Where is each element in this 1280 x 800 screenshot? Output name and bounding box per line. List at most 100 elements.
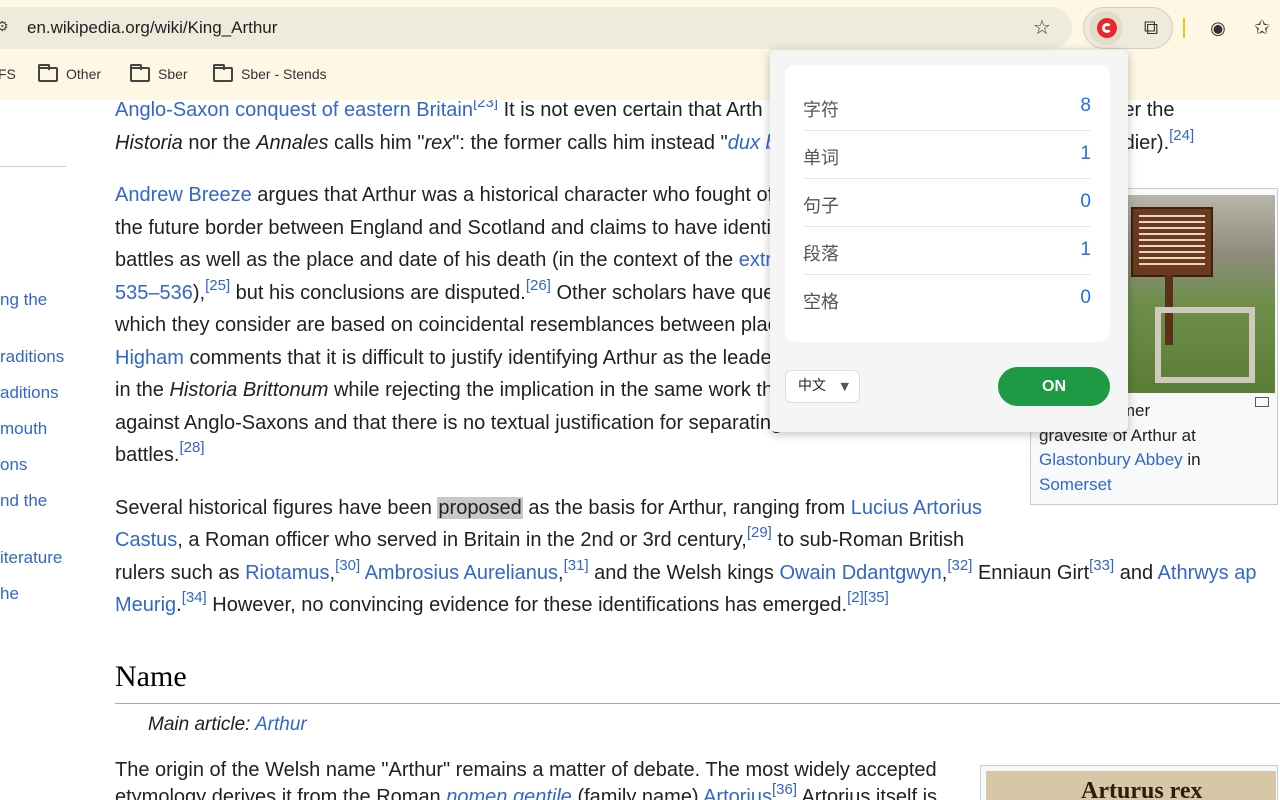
- toc-item[interactable]: iterature: [0, 548, 62, 568]
- link-somerset[interactable]: Somerset: [1039, 475, 1112, 494]
- text: However, no convincing evidence for thes…: [206, 594, 848, 616]
- stat-row-characters: 字符 8: [803, 83, 1091, 131]
- citation[interactable]: [26]: [526, 277, 551, 294]
- stat-row-spaces: 空格 0: [803, 275, 1091, 323]
- toc-item[interactable]: ons: [0, 455, 27, 475]
- link-535-536[interactable]: 535–536: [115, 282, 193, 304]
- selected-word[interactable]: proposed: [437, 497, 523, 519]
- link-nomen-gentile[interactable]: nomen gentile: [446, 786, 572, 800]
- bookmark-label: FS: [0, 66, 16, 82]
- stat-label: 段落: [803, 244, 839, 265]
- toc-item[interactable]: raditions: [0, 347, 64, 367]
- article-line: rulers such as Riotamus, [30] Ambrosius A…: [115, 557, 1256, 592]
- toc-item[interactable]: nd the: [0, 491, 47, 511]
- stat-row-sentences: 句子 0: [803, 179, 1091, 227]
- toc-item[interactable]: he: [0, 584, 19, 604]
- bookmark-folder-sber[interactable]: Sber: [130, 63, 188, 82]
- text: rex: [424, 132, 453, 154]
- stat-value: 1: [1080, 143, 1091, 164]
- citation[interactable]: [34]: [182, 589, 207, 606]
- text: while rejecting the implication in the s…: [328, 379, 774, 401]
- article-line: in the Historia Brittonum while rejectin…: [115, 374, 773, 407]
- text: ,: [558, 562, 564, 584]
- citation[interactable]: [25]: [205, 277, 230, 294]
- profile-icon[interactable]: ◉: [1205, 16, 1231, 40]
- stat-value: 0: [1080, 191, 1091, 212]
- text: nor the: [182, 132, 257, 154]
- citation[interactable]: [29]: [747, 524, 772, 541]
- text: in the: [115, 379, 170, 401]
- text: rulers such as: [115, 562, 246, 584]
- citation[interactable]: [31]: [564, 557, 589, 574]
- toc-item[interactable]: aditions: [0, 383, 59, 403]
- link-owain-ddantgwyn[interactable]: Owain Ddantgwyn: [779, 562, 941, 584]
- link-lucius-artorius-castus[interactable]: Lucius Artorius: [851, 497, 982, 519]
- thumbnail-figure-2: Arturus rex: [980, 765, 1278, 800]
- link-extreme-weather[interactable]: extr: [739, 249, 772, 271]
- bookmarks-star-icon[interactable]: ✩: [1249, 16, 1275, 40]
- hatnote-prefix: Main article:: [148, 714, 255, 735]
- bookmark-folder-sber-stends[interactable]: Sber - Stends: [213, 63, 327, 82]
- text: Historia Brittonum: [169, 379, 329, 401]
- folder-icon: [38, 63, 58, 82]
- word-counter-extension-button[interactable]: [1089, 11, 1123, 45]
- arthur-tomb-image[interactable]: [1127, 195, 1275, 393]
- citation[interactable]: [36]: [772, 781, 797, 798]
- link-athrwys-ap-meurig[interactable]: Athrwys ap: [1158, 562, 1257, 584]
- word-counter-extension-icon: [1097, 18, 1117, 38]
- language-value: 中文: [798, 378, 826, 394]
- citation[interactable]: [2][35]: [847, 589, 889, 606]
- on-toggle-button[interactable]: ON: [998, 367, 1110, 406]
- link-higham[interactable]: Higham: [115, 347, 184, 369]
- bookmark-fs[interactable]: FS: [0, 66, 16, 82]
- text: .: [176, 594, 182, 616]
- citation[interactable]: [24]: [1169, 127, 1194, 144]
- link-main-article-arthur[interactable]: Arthur: [255, 714, 307, 735]
- link-castus[interactable]: Castus: [115, 529, 177, 551]
- text: to sub-Roman British: [771, 529, 965, 551]
- citation[interactable]: [33]: [1089, 557, 1114, 574]
- stats-card: 字符 8 单词 1 句子 0 段落 1 空格 0: [785, 65, 1110, 342]
- bookmark-label: Sber: [158, 66, 188, 82]
- article-line: 535–536),[25] but his conclusions are di…: [115, 277, 774, 312]
- section-divider: [115, 703, 1280, 704]
- article-line: Andrew Breeze argues that Arthur was a h…: [115, 179, 773, 212]
- caption-text: in: [1182, 450, 1201, 469]
- site-settings-icon[interactable]: ⚙: [0, 18, 10, 38]
- bookmark-label: Sber - Stends: [241, 66, 327, 82]
- word-counter-popup: 字符 8 单词 1 句子 0 段落 1 空格 0 中文 ▼ ON: [770, 50, 1128, 432]
- url-text[interactable]: en.wikipedia.org/wiki/King_Arthur: [27, 18, 277, 38]
- text: Artorius itself is: [797, 786, 938, 800]
- text: and the Welsh kings: [588, 562, 780, 584]
- citation[interactable]: [30]: [335, 557, 360, 574]
- text: etymology derives it from the Roman: [115, 786, 447, 800]
- citation[interactable]: [28]: [179, 439, 204, 456]
- manuscript-image[interactable]: Arturus rex: [986, 771, 1276, 800]
- text: comments that it is difficult to justify…: [183, 347, 772, 369]
- stat-value: 8: [1080, 95, 1091, 116]
- text: The origin of the Welsh name "Arthur" re…: [115, 759, 937, 781]
- link-anglo-saxon-conquest[interactable]: Anglo-Saxon conquest of eastern Britain: [115, 100, 473, 121]
- stat-row-paragraphs: 段落 1: [803, 227, 1091, 275]
- stat-row-words: 单词 1: [803, 131, 1091, 179]
- text: argues that Arthur was a historical char…: [251, 184, 774, 206]
- extensions-puzzle-icon[interactable]: ⧉: [1138, 16, 1164, 40]
- language-select[interactable]: 中文 ▼: [785, 370, 860, 403]
- article-line: Several historical figures have been pro…: [115, 492, 982, 525]
- citation[interactable]: [23]: [473, 100, 498, 111]
- toc-item[interactable]: ng the: [0, 290, 47, 310]
- link-artorius[interactable]: Artorius: [703, 786, 772, 800]
- toc-item[interactable]: mouth: [0, 419, 47, 439]
- link-ambrosius-aurelianus[interactable]: Ambrosius Aurelianus: [365, 562, 558, 584]
- citation[interactable]: [32]: [947, 557, 972, 574]
- bookmark-folder-other[interactable]: Other: [38, 63, 101, 82]
- article-line: Anglo-Saxon conquest of eastern Britain[…: [115, 100, 763, 129]
- bookmark-page-icon[interactable]: ☆: [1030, 16, 1054, 40]
- link-meurig[interactable]: Meurig: [115, 594, 176, 616]
- link-andrew-breeze[interactable]: Andrew Breeze: [115, 184, 252, 206]
- link-riotamus[interactable]: Riotamus: [245, 562, 329, 584]
- text: which they consider are based on coincid…: [115, 314, 778, 336]
- link-glastonbury-abbey[interactable]: Glastonbury Abbey: [1039, 450, 1183, 469]
- stat-label: 句子: [803, 196, 839, 217]
- text: It is not even certain that Arth: [498, 100, 763, 121]
